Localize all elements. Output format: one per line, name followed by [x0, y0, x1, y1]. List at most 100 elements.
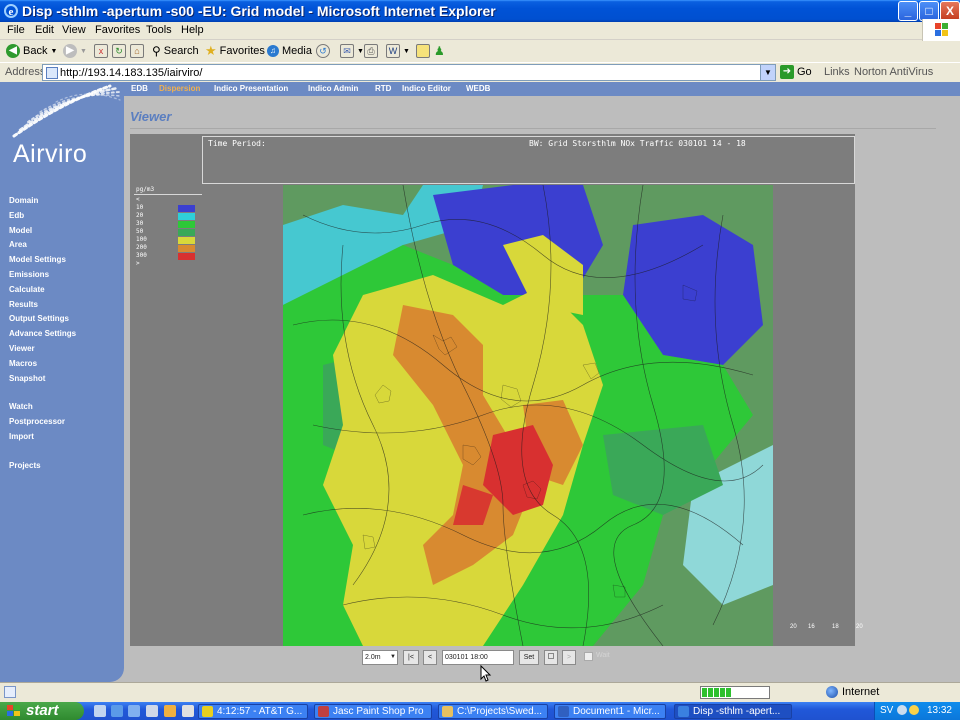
- tab-indico-presentation[interactable]: Indico Presentation: [214, 84, 288, 93]
- sidebar-item-watch[interactable]: Watch: [9, 400, 76, 415]
- wait-checkbox[interactable]: [584, 652, 593, 661]
- sidebar-item-emissions[interactable]: Emissions: [9, 268, 76, 283]
- edit-icon: W: [386, 44, 400, 58]
- bw-label: BW: Grid Storsthlm NOx Traffic 030101 14…: [529, 139, 746, 148]
- set-button[interactable]: Set: [519, 650, 539, 665]
- menu-file[interactable]: File: [7, 24, 25, 36]
- go-button[interactable]: ➜ Go: [780, 65, 812, 79]
- back-button[interactable]: ◀ Back ▼: [6, 43, 57, 59]
- sidebar-item-edb[interactable]: Edb: [9, 209, 76, 224]
- menu-view[interactable]: View: [62, 24, 86, 36]
- home-button[interactable]: ⌂: [130, 43, 144, 59]
- minimize-button[interactable]: _: [898, 1, 918, 21]
- task-icon: [202, 706, 213, 717]
- stop-icon: x: [94, 44, 108, 58]
- previous-frame-button[interactable]: <: [423, 650, 437, 665]
- sidebar-item-import[interactable]: Import: [9, 430, 76, 445]
- menu-help[interactable]: Help: [181, 24, 204, 36]
- discuss-button[interactable]: [416, 43, 430, 59]
- address-input[interactable]: http://193.14.183.135/iairviro/ ▼: [42, 64, 776, 81]
- start-button[interactable]: start: [0, 702, 84, 720]
- chevron-down-icon: ▼: [390, 654, 396, 660]
- language-indicator[interactable]: SV: [880, 705, 893, 716]
- taskbar-item[interactable]: C:\Projects\Swed...: [438, 704, 548, 719]
- globe-icon: [826, 686, 838, 698]
- ie-quicklaunch-icon[interactable]: [111, 705, 123, 717]
- quicklaunch-icon[interactable]: [182, 705, 194, 717]
- media-button[interactable]: ♫ Media: [267, 43, 312, 59]
- resolution-select[interactable]: 2.0m ▼: [362, 650, 398, 665]
- tab-indico-admin[interactable]: Indico Admin: [308, 84, 358, 93]
- taskbar-item[interactable]: 4:12:57 - AT&T G...: [198, 704, 308, 719]
- history-button[interactable]: ↺: [316, 43, 330, 59]
- mail-button[interactable]: ✉ ▼: [340, 43, 364, 59]
- discuss-icon: [416, 44, 430, 58]
- menu-favorites[interactable]: Favorites: [95, 24, 140, 36]
- legend-label: 20: [136, 212, 144, 219]
- taskbar-item[interactable]: Document1 - Micr...: [554, 704, 666, 719]
- tab-dispersion[interactable]: Dispersion: [159, 84, 200, 93]
- chevron-down-icon[interactable]: ▼: [760, 65, 775, 80]
- tab-wedb[interactable]: WEDB: [466, 84, 490, 93]
- stop-animation-button[interactable]: [544, 650, 558, 665]
- stop-button[interactable]: x: [94, 43, 108, 59]
- close-button[interactable]: X: [940, 1, 960, 21]
- sidebar-item-snapshot[interactable]: Snapshot: [9, 372, 76, 387]
- sidebar-item-model-settings[interactable]: Model Settings: [9, 253, 76, 268]
- print-button[interactable]: ⎙: [364, 43, 378, 59]
- quicklaunch-icon[interactable]: [164, 705, 176, 717]
- address-bar: Address http://193.14.183.135/iairviro/ …: [0, 62, 960, 82]
- sidebar-item-calculate[interactable]: Calculate: [9, 283, 76, 298]
- dispersion-map[interactable]: [283, 185, 773, 646]
- time-input[interactable]: 030101 18:00: [442, 650, 514, 665]
- first-frame-button[interactable]: |<: [403, 650, 419, 665]
- sidebar-item-area[interactable]: Area: [9, 238, 76, 253]
- chevron-down-icon: ▼: [357, 47, 364, 55]
- scale-tick: 20: [790, 624, 797, 630]
- quicklaunch-icon[interactable]: [146, 705, 158, 717]
- forward-button[interactable]: ▶ ▼: [63, 43, 87, 59]
- tab-indico-editor[interactable]: Indico Editor: [402, 84, 451, 93]
- sidebar-item-macros[interactable]: Macros: [9, 357, 76, 372]
- messenger-button[interactable]: ♟: [434, 43, 445, 59]
- info-box: Time Period: BW: Grid Storsthlm NOx Traf…: [202, 136, 855, 184]
- ie-icon: e: [4, 4, 18, 18]
- tab-rtd[interactable]: RTD: [375, 84, 391, 93]
- title-bar[interactable]: e Disp -sthlm -apertum -s00 -EU: Grid mo…: [0, 0, 960, 22]
- scale-tick: 18: [832, 624, 839, 630]
- links-button[interactable]: Links: [824, 66, 850, 78]
- show-desktop-icon[interactable]: [94, 705, 106, 717]
- chevron-down-icon: ▼: [403, 47, 410, 55]
- sidebar-item-advance-settings[interactable]: Advance Settings: [9, 327, 76, 342]
- sidebar-item-projects[interactable]: Projects: [9, 459, 76, 474]
- next-frame-button[interactable]: >: [562, 650, 576, 665]
- sidebar-item-domain[interactable]: Domain: [9, 194, 76, 209]
- sidebar-item-results[interactable]: Results: [9, 298, 76, 313]
- norton-antivirus-button[interactable]: Norton AntiVirus: [854, 66, 933, 78]
- search-button[interactable]: ⚲ Search: [152, 43, 199, 59]
- menu-edit[interactable]: Edit: [35, 24, 54, 36]
- taskbar-item[interactable]: Jasc Paint Shop Pro: [314, 704, 432, 719]
- address-label: Address: [5, 66, 46, 78]
- maximize-button[interactable]: □: [919, 1, 939, 21]
- time-period-label: Time Period:: [208, 139, 266, 148]
- page-status-icon: [4, 686, 16, 698]
- tab-edb[interactable]: EDB: [131, 84, 148, 93]
- sidebar-item-model[interactable]: Model: [9, 224, 76, 239]
- page-title: Viewer: [130, 109, 172, 124]
- menu-tools[interactable]: Tools: [146, 24, 172, 36]
- windows-logo-icon: [922, 19, 960, 41]
- search-icon: ⚲: [152, 44, 161, 58]
- sidebar-item-viewer[interactable]: Viewer: [9, 342, 76, 357]
- sidebar-item-postprocessor[interactable]: Postprocessor: [9, 415, 76, 430]
- messenger-icon: ♟: [434, 44, 445, 58]
- tray-icon[interactable]: [909, 705, 919, 715]
- taskbar-item-active[interactable]: Disp -sthlm -apert...: [674, 704, 792, 719]
- refresh-button[interactable]: ↻: [112, 43, 126, 59]
- favorites-button[interactable]: ★ Favorites: [205, 43, 265, 59]
- edit-button[interactable]: W ▼: [386, 43, 410, 59]
- legend-label: 300: [136, 252, 147, 259]
- tray-icon[interactable]: [897, 705, 907, 715]
- sidebar-item-output-settings[interactable]: Output Settings: [9, 312, 76, 327]
- outlook-quicklaunch-icon[interactable]: [128, 705, 140, 717]
